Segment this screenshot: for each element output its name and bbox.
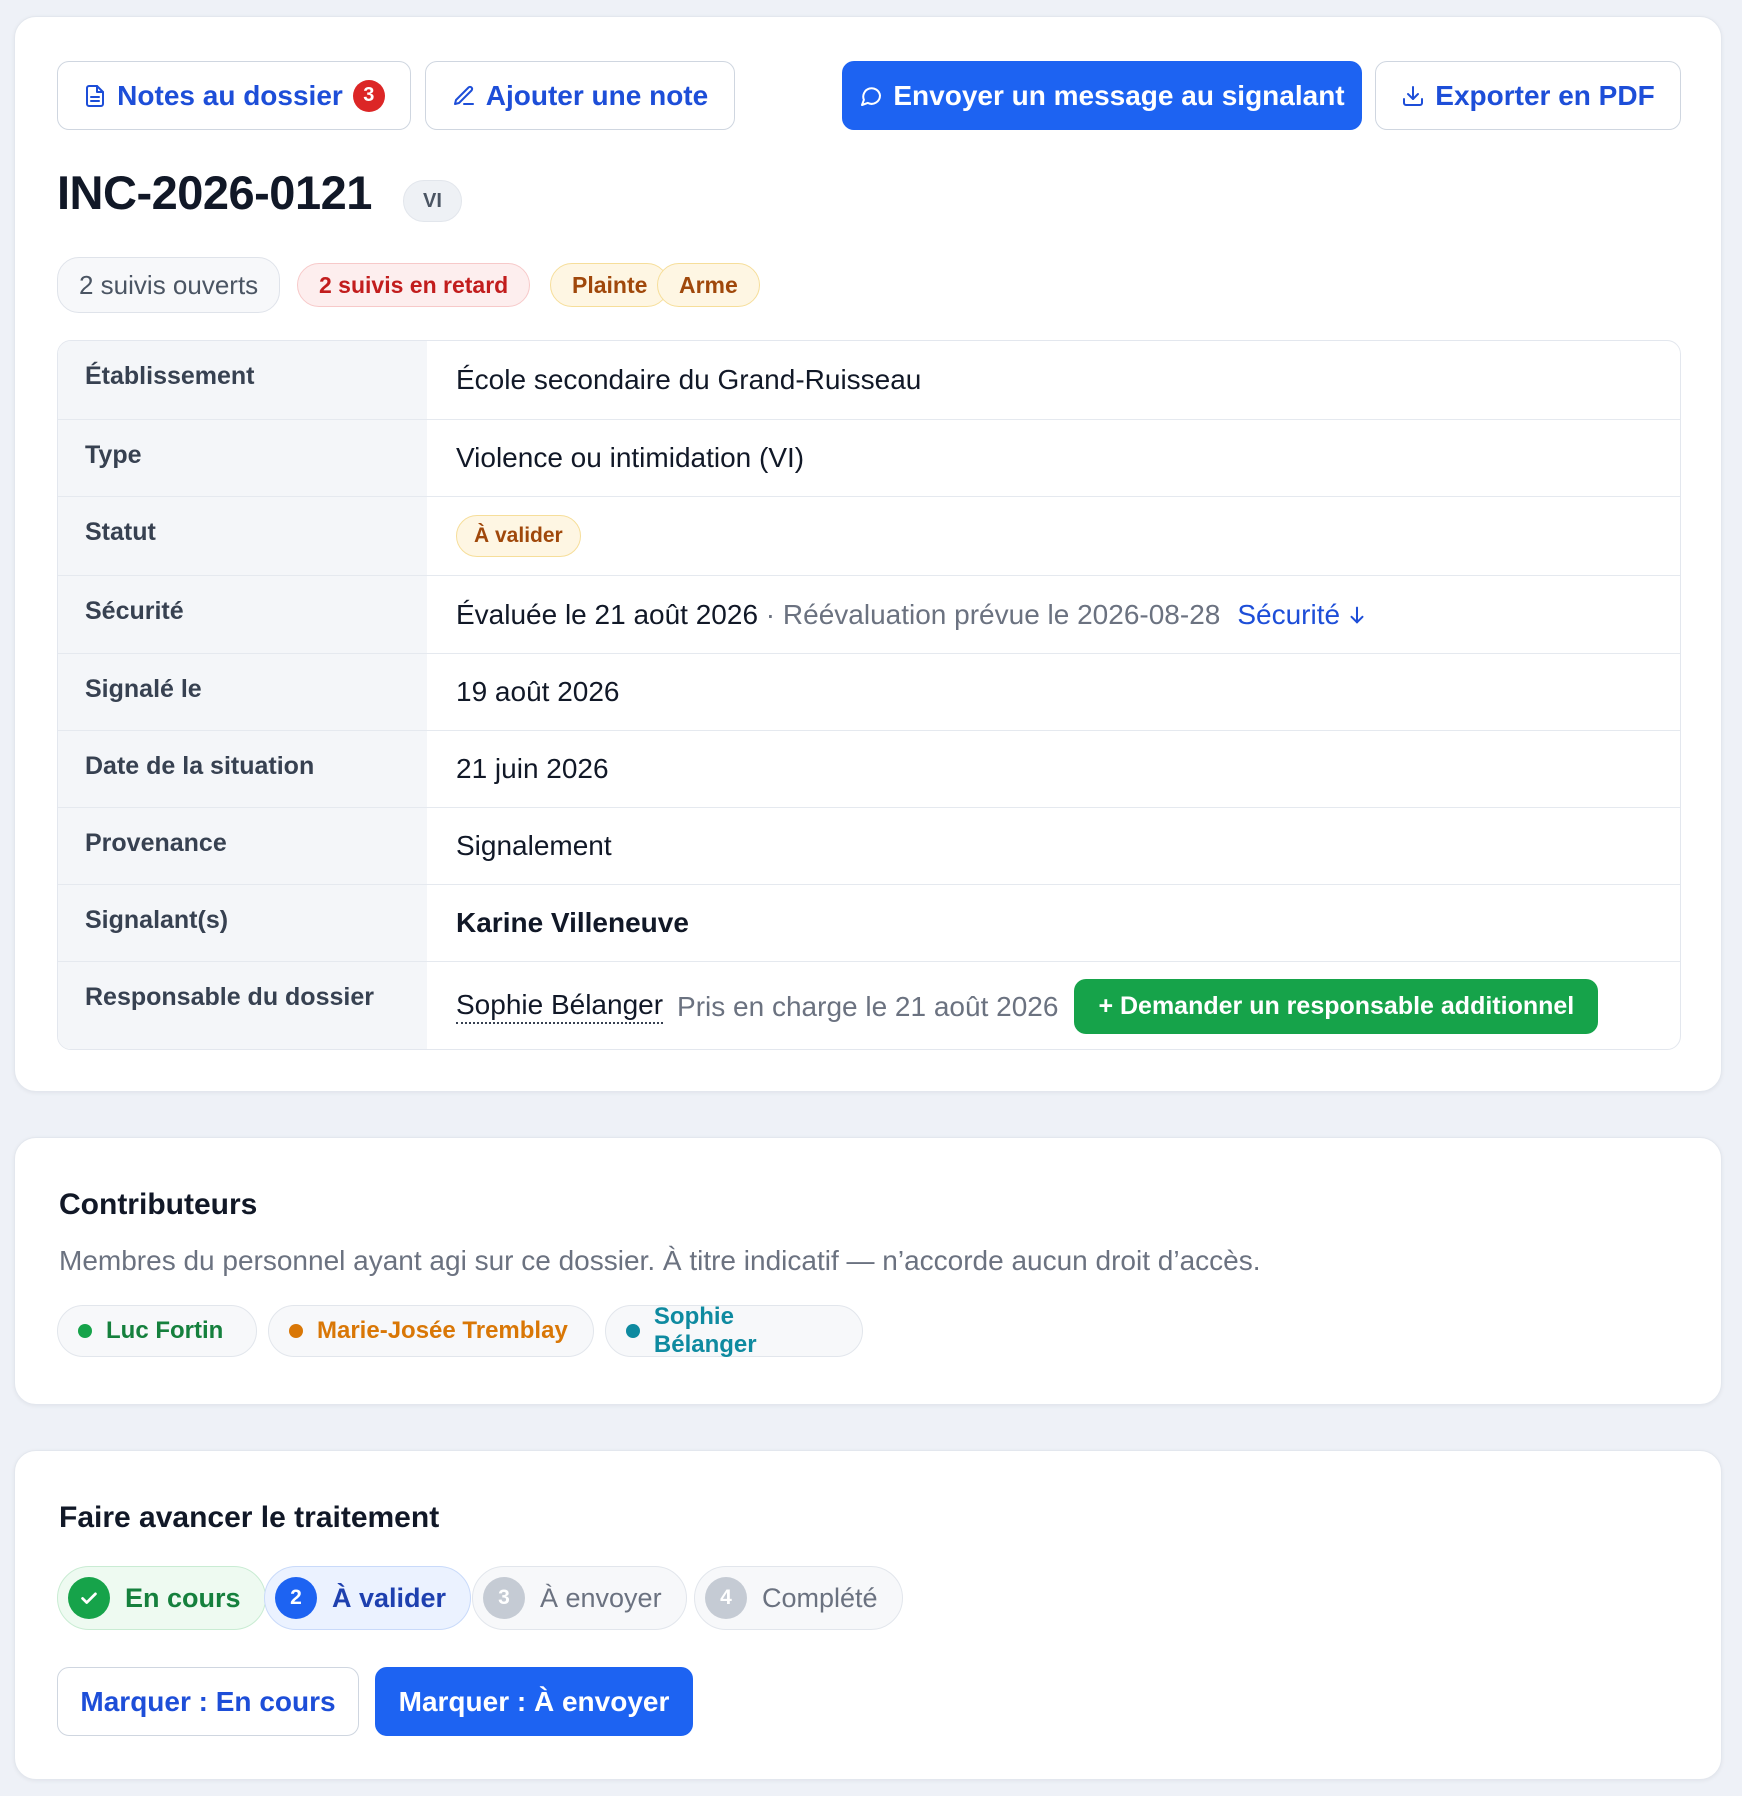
status-badge: À valider [456, 515, 581, 557]
export-pdf-button[interactable]: Exporter en PDF [1375, 61, 1681, 130]
add-note-button[interactable]: Ajouter une note [425, 61, 735, 130]
contributor-name: Sophie Bélanger [653, 1303, 757, 1358]
detail-label: Type [58, 420, 427, 496]
detail-value: Signalement [456, 830, 612, 861]
message-reporter-label: Envoyer un message au signalant [893, 79, 1345, 111]
detail-value: 19 août 2026 [456, 676, 620, 707]
detail-value: École secondaire du Grand-Ruisseau [456, 364, 922, 395]
detail-row-establishment: Établissement École secondaire du Grand-… [58, 341, 1680, 419]
incident-id-title: INC-2026-0121 [57, 166, 372, 219]
detail-row-status: Statut À valider [58, 496, 1680, 575]
detail-label: Établissement [58, 341, 427, 419]
download-icon [1401, 84, 1425, 108]
detail-label: Signalé le [58, 654, 427, 730]
detail-value: 21 juin 2026 [456, 753, 609, 784]
late-followups-pill: 2 suivis en retard [297, 263, 531, 307]
contributor-chip: Marie-Josée Tremblay [268, 1305, 594, 1357]
step-completed: 4 Complété [694, 1566, 903, 1630]
step-label: À valider [332, 1582, 447, 1613]
export-pdf-label: Exporter en PDF [1435, 79, 1655, 111]
step-in-progress: En cours [57, 1566, 266, 1630]
step-number: 3 [483, 1577, 525, 1619]
detail-row-security: Sécurité Évaluée le 21 août 2026 · Rééva… [58, 575, 1680, 653]
notes-button[interactable]: Notes au dossier 3 [57, 61, 411, 130]
step-label: À envoyer [540, 1582, 662, 1613]
step-number: 2 [275, 1577, 317, 1619]
detail-row-reporters: Signalant(s) Karine Villeneuve [58, 884, 1680, 961]
contributors-title: Contributeurs [59, 1188, 258, 1221]
incident-details-table: Établissement École secondaire du Grand-… [57, 340, 1681, 1050]
contributor-name: Marie-Josée Tremblay [317, 1317, 568, 1344]
detail-value: Sophie Bélanger Pris en charge le 21 aoû… [427, 962, 1680, 1049]
mark-to-send-button[interactable]: Marquer : À envoyer [375, 1667, 693, 1736]
step-number: 4 [705, 1577, 747, 1619]
detail-label: Signalant(s) [58, 885, 427, 961]
contributors-card: Contributeurs Membres du personnel ayant… [14, 1137, 1722, 1405]
incident-card: Notes au dossier 3 Ajouter une note Envo… [14, 16, 1722, 1092]
security-section-link[interactable]: Sécurité [1237, 599, 1368, 631]
request-additional-owner-button[interactable]: + Demander un responsable additionnel [1074, 979, 1599, 1034]
message-reporter-button[interactable]: Envoyer un message au signalant [842, 61, 1362, 130]
mark-in-progress-button[interactable]: Marquer : En cours [57, 1667, 359, 1736]
progress-title: Faire avancer le traitement [59, 1501, 440, 1534]
open-followups-pill: 2 suivis ouverts [57, 257, 281, 313]
detail-row-type: Type Violence ou intimidation (VI) [58, 419, 1680, 496]
document-icon [83, 84, 107, 108]
contributor-chip: Luc Fortin [57, 1305, 257, 1357]
contributor-chip: Sophie Bélanger [605, 1303, 863, 1358]
security-evaluated-text: Évaluée le 21 août 2026 [456, 598, 759, 630]
weapon-tag: Arme [657, 263, 760, 307]
step-label: Complété [762, 1582, 878, 1613]
security-separator: · [758, 598, 783, 630]
contributor-dot [78, 1324, 92, 1338]
detail-value: Évaluée le 21 août 2026 · Réévaluation p… [427, 576, 1680, 653]
pencil-icon [452, 84, 476, 108]
contributor-dot [626, 1324, 640, 1338]
add-note-button-label: Ajouter une note [485, 79, 709, 111]
complaint-tag: Plainte [550, 263, 670, 307]
detail-value: À valider [427, 497, 1680, 575]
contributor-name: Luc Fortin [106, 1317, 224, 1344]
step-to-send: 3 À envoyer [472, 1566, 687, 1630]
progress-card: Faire avancer le traitement En cours 2 À… [14, 1450, 1722, 1780]
detail-label: Responsable du dossier [58, 962, 427, 1049]
step-to-validate: 2 À valider [264, 1566, 472, 1630]
checkmark-icon [68, 1577, 110, 1619]
detail-label: Date de la situation [58, 731, 427, 807]
detail-value: Violence ou intimidation (VI) [456, 442, 805, 473]
owner-name-link[interactable]: Sophie Bélanger [456, 989, 664, 1024]
arrow-down-icon [1350, 606, 1364, 623]
notes-button-label: Notes au dossier [117, 79, 343, 111]
contributor-dot [289, 1324, 303, 1338]
chat-bubble-icon [859, 84, 883, 108]
security-reevaluation-text: Réévaluation prévue le 2026-08-28 [782, 598, 1221, 630]
detail-value: Karine Villeneuve [456, 907, 689, 938]
detail-row-owner: Responsable du dossier Sophie Bélanger P… [58, 961, 1680, 1049]
security-link-label: Sécurité [1237, 598, 1341, 630]
contributors-description: Membres du personnel ayant agi sur ce do… [59, 1245, 1261, 1276]
detail-row-situation-date: Date de la situation 21 juin 2026 [58, 730, 1680, 807]
detail-label: Provenance [58, 808, 427, 884]
detail-label: Statut [58, 497, 427, 575]
step-label: En cours [125, 1582, 241, 1613]
detail-row-reported-on: Signalé le 19 août 2026 [58, 653, 1680, 730]
owner-taken-text: Pris en charge le 21 août 2026 [677, 990, 1059, 1022]
type-code-badge: VI [403, 180, 462, 222]
notes-count-badge: 3 [352, 79, 385, 112]
detail-label: Sécurité [58, 576, 427, 653]
detail-row-origin: Provenance Signalement [58, 807, 1680, 884]
